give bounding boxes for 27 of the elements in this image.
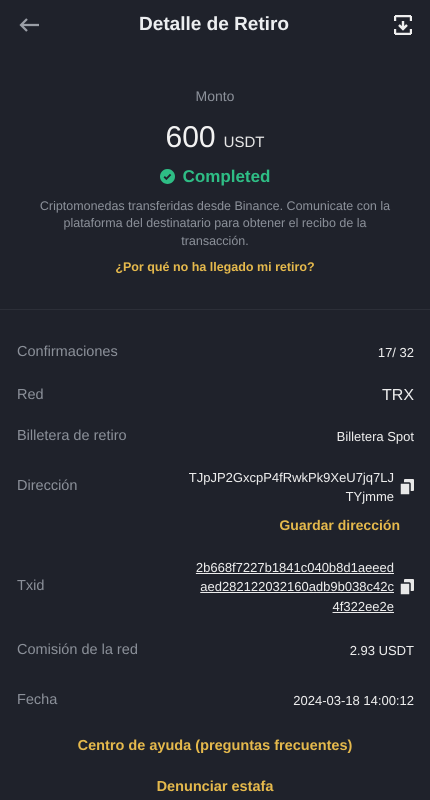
detail-label: Billetera de retiro bbox=[17, 426, 127, 446]
footer-link[interactable]: Centro de ayuda (preguntas frecuentes) bbox=[78, 736, 352, 758]
detail-value: 17/ 32 bbox=[378, 344, 414, 362]
detail-label: Comisión de la red bbox=[17, 641, 138, 660]
detail-label: Dirección bbox=[17, 477, 78, 496]
amount-label: Monto bbox=[194, 87, 236, 106]
detail-label: Fecha bbox=[17, 690, 58, 710]
info-text: Criptomonedas transferidas desde Binance. Comunicate con la plataforma del destinatario para obtener el recibo de la transacción. bbox=[38, 198, 392, 250]
detail-value: 2024-03-18 14:00:12 bbox=[293, 692, 414, 710]
detail-value: TJpJP2GxcpP4fRwkPk9XeU7jq7LJ TYjmme bbox=[188, 468, 394, 506]
status-text: Completed bbox=[182, 166, 270, 188]
amount-value: 600 bbox=[166, 120, 216, 156]
copy-button[interactable] bbox=[400, 479, 414, 495]
page-title: Detalle de Retiro bbox=[139, 12, 289, 37]
help-link[interactable]: ¿Por qué no ha llegado mi retiro? bbox=[115, 258, 315, 277]
detail-label: Confirmaciones bbox=[17, 343, 118, 362]
detail-label: Red bbox=[17, 386, 44, 405]
copy-button[interactable] bbox=[400, 578, 414, 595]
footer-link[interactable]: Denunciar estafa bbox=[156, 777, 274, 799]
download-button[interactable] bbox=[394, 13, 412, 37]
save-address-link[interactable]: Guardar dirección bbox=[279, 514, 400, 536]
txid-link[interactable]: 2b668f7227b1841c040b8d1aeeed aed282122032160adb9b038c42c 4f322ee2e bbox=[196, 558, 394, 616]
currency-unit: USDT bbox=[224, 133, 264, 153]
detail-value: 2.93 USDT bbox=[350, 642, 414, 660]
detail-value: TRX bbox=[382, 386, 414, 406]
detail-label: Txid bbox=[17, 576, 44, 596]
detail-value: Billetera Spot bbox=[336, 428, 414, 446]
